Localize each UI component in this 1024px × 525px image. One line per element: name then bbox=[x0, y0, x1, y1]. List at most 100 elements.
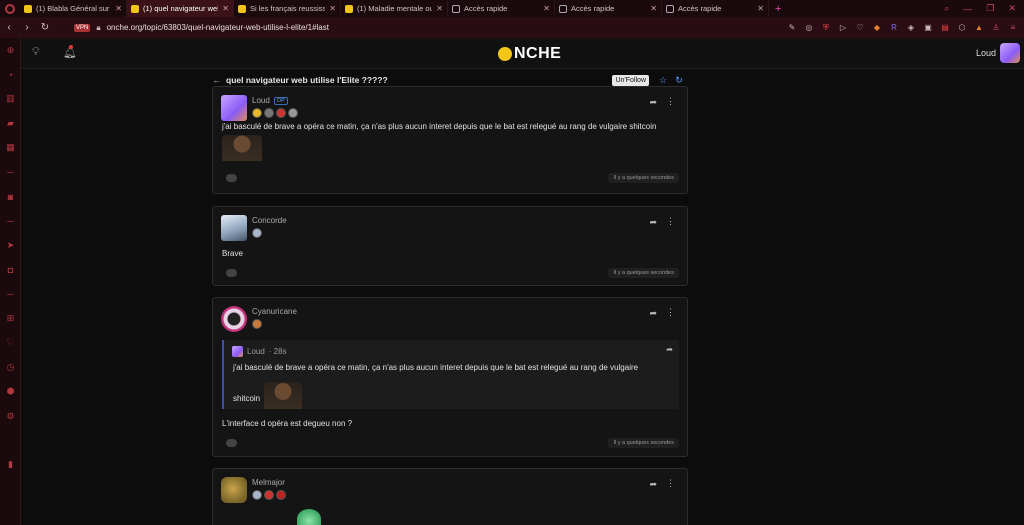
heart-icon[interactable]: ♡ bbox=[855, 23, 865, 33]
minimize-icon[interactable]: — bbox=[963, 4, 972, 14]
site-logo[interactable]: NCHE bbox=[498, 45, 561, 63]
new-tab-button[interactable]: + bbox=[769, 3, 781, 15]
sidebar-twitch-icon[interactable]: ▰ bbox=[0, 111, 21, 135]
address-bar: ‹ › ↻ VPN 🔒︎ onche.org/topic/63803/quel-… bbox=[0, 17, 1024, 38]
more-options-icon[interactable]: ⋮ bbox=[666, 216, 675, 227]
avatar[interactable] bbox=[221, 95, 247, 121]
post-author[interactable]: Concorde bbox=[252, 216, 287, 225]
sidebar-speed-icon[interactable]: ◔ bbox=[0, 62, 21, 86]
avatar[interactable] bbox=[221, 215, 247, 241]
sidebar-heart-icon[interactable]: ♡ bbox=[0, 331, 21, 355]
tab-maladie-mentale[interactable]: (1) Maladie mentale ou org ✕ bbox=[341, 0, 448, 17]
sidebar-instagram-icon[interactable]: ◘ bbox=[0, 258, 21, 282]
maximize-icon[interactable]: ❐ bbox=[986, 3, 994, 14]
share-icon[interactable]: ➦ bbox=[649, 217, 657, 228]
post-text: j'ai basculé de brave a opéra ce matin, … bbox=[222, 122, 657, 131]
edit-icon[interactable]: ✎ bbox=[787, 23, 797, 33]
fox-icon[interactable]: ▲ bbox=[974, 23, 984, 33]
url-field[interactable]: onche.org/topic/63803/quel-navigateur-we… bbox=[107, 23, 329, 32]
lightbulb-icon[interactable]: 💡︎ bbox=[32, 46, 40, 59]
share-icon[interactable]: ➦ bbox=[649, 308, 657, 319]
reload-icon[interactable]: ↻ bbox=[36, 22, 54, 33]
sidebar-divider bbox=[0, 428, 21, 452]
vpn-extension-icon[interactable]: ◈ bbox=[906, 23, 916, 33]
tab-label: (1) Blabla Général sur onch bbox=[36, 4, 111, 13]
tab-label: Accès rapide bbox=[678, 4, 722, 13]
back-arrow-icon[interactable]: ← bbox=[212, 75, 226, 85]
search-tabs-icon[interactable]: ⌕ bbox=[944, 3, 949, 14]
user-name[interactable]: Loud bbox=[976, 48, 996, 58]
close-tab-icon[interactable]: ✕ bbox=[329, 4, 336, 13]
post-author[interactable]: Melmajor bbox=[252, 478, 285, 487]
cube-icon[interactable]: ⬡ bbox=[957, 23, 967, 33]
sidebar-calendar-icon[interactable]: ▦ bbox=[0, 136, 21, 160]
star-icon[interactable]: ☆ bbox=[655, 75, 671, 86]
window-extension-icon[interactable]: ▣ bbox=[923, 23, 933, 33]
logo-text: NCHE bbox=[514, 45, 562, 62]
close-tab-icon[interactable]: ✕ bbox=[115, 4, 122, 13]
notification-bell-icon[interactable]: 🔔︎ bbox=[63, 45, 77, 59]
sidebar-box-icon[interactable]: ⬢ bbox=[0, 379, 21, 403]
user-avatar[interactable] bbox=[1000, 43, 1020, 63]
quote-author[interactable]: Loud bbox=[247, 347, 265, 356]
quote-share-icon[interactable]: ➦ bbox=[666, 345, 673, 354]
close-tab-icon[interactable]: ✕ bbox=[222, 4, 229, 13]
post-author[interactable]: Loud bbox=[252, 96, 270, 105]
refresh-icon[interactable]: ↻ bbox=[671, 75, 687, 86]
sidebar-battery-icon[interactable]: ▮ bbox=[0, 453, 21, 477]
tab-si-les-francais[interactable]: Si les français reussissent à ✕ bbox=[234, 0, 341, 17]
profile-icon[interactable]: ♙ bbox=[991, 23, 1001, 33]
sidebar-bag-icon[interactable]: ▥ bbox=[0, 87, 21, 111]
post-melmajor: Melmajor ➦ ⋮ bbox=[212, 468, 688, 525]
close-tab-icon[interactable]: ✕ bbox=[650, 4, 657, 13]
sidebar-camera-icon[interactable]: ◙ bbox=[0, 184, 21, 208]
tab-quel-navigateur[interactable]: (1) quel navigateur web utilise ✕ bbox=[127, 0, 234, 17]
reaction-icon[interactable] bbox=[226, 269, 237, 277]
more-options-icon[interactable]: ⋮ bbox=[666, 307, 675, 318]
opera-menu-icon[interactable] bbox=[0, 0, 20, 17]
back-icon[interactable]: ‹ bbox=[0, 22, 18, 33]
close-tab-icon[interactable]: ✕ bbox=[543, 4, 550, 13]
speed-dial-icon bbox=[559, 4, 567, 13]
camera-icon[interactable]: ◎ bbox=[804, 23, 814, 33]
play-icon[interactable]: ▷ bbox=[838, 23, 848, 33]
more-options-icon[interactable]: ⋮ bbox=[666, 96, 675, 107]
post-author[interactable]: Cyanuricane bbox=[252, 307, 297, 316]
share-icon[interactable]: ➦ bbox=[649, 479, 657, 490]
tab-blabla[interactable]: (1) Blabla Général sur onch ✕ bbox=[20, 0, 127, 17]
reaction-icon[interactable] bbox=[226, 174, 237, 182]
shield-icon[interactable]: ⛨ bbox=[821, 23, 831, 33]
tab-acces-rapide-1[interactable]: Accès rapide ✕ bbox=[448, 0, 555, 17]
wallet-icon[interactable]: ▤ bbox=[940, 23, 950, 33]
badge-icon bbox=[276, 108, 286, 118]
sidebar-settings-icon[interactable]: ⚙ bbox=[0, 404, 21, 428]
tab-label: Si les français reussissent à bbox=[250, 4, 325, 13]
sidebar-history-icon[interactable]: ◷ bbox=[0, 355, 21, 379]
sidebar-games-icon[interactable]: ⊕ bbox=[0, 38, 21, 62]
forward-icon[interactable]: › bbox=[18, 22, 36, 33]
close-tab-icon[interactable]: ✕ bbox=[436, 4, 443, 13]
more-options-icon[interactable]: ⋮ bbox=[666, 478, 675, 489]
tab-acces-rapide-3[interactable]: Accès rapide ✕ bbox=[662, 0, 769, 17]
reaction-icon[interactable] bbox=[226, 439, 237, 447]
close-window-icon[interactable]: ✕ bbox=[1008, 3, 1016, 14]
close-tab-icon[interactable]: ✕ bbox=[757, 4, 764, 13]
quoted-post[interactable]: Loud · 28s ➦ j'ai basculé de brave a opé… bbox=[222, 340, 679, 409]
avatar[interactable] bbox=[221, 306, 247, 332]
sidebar-divider: ─ bbox=[7, 167, 14, 178]
sidebar-grid-icon[interactable]: ⊞ bbox=[0, 306, 21, 330]
menu-icon[interactable]: ≡ bbox=[1008, 23, 1018, 33]
extension-r-icon[interactable]: R bbox=[889, 23, 899, 33]
sticker-image bbox=[297, 509, 321, 525]
badge-icon bbox=[252, 490, 262, 500]
avatar[interactable] bbox=[221, 477, 247, 503]
user-badges bbox=[252, 228, 262, 238]
lock-icon[interactable]: 🔒︎ bbox=[96, 23, 100, 33]
tab-acces-rapide-2[interactable]: Accès rapide ✕ bbox=[555, 0, 662, 17]
vpn-badge[interactable]: VPN bbox=[74, 23, 91, 32]
metamask-icon[interactable]: ◆ bbox=[872, 23, 882, 33]
share-icon[interactable]: ➦ bbox=[649, 97, 657, 108]
unfollow-button[interactable]: Un'Follow bbox=[612, 74, 649, 86]
post-concorde: Concorde ➦ ⋮ Brave Il y a quelques secon… bbox=[212, 206, 688, 286]
sidebar-telegram-icon[interactable]: ➤ bbox=[0, 233, 21, 257]
